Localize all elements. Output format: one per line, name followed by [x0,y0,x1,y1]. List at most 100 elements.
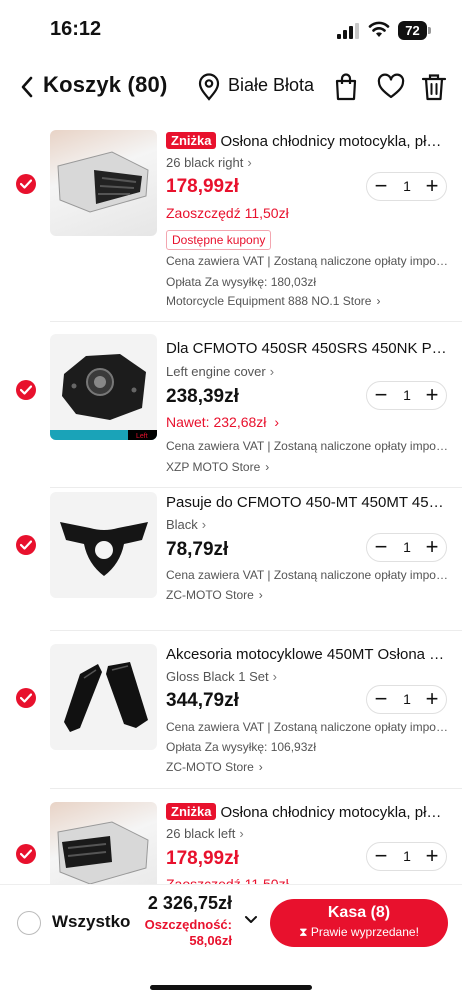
chevron-right-icon: › [265,460,270,474]
thumbnail-tag: Left [136,433,148,440]
product-variant[interactable]: Gloss Black 1 Set › [166,669,277,684]
discount-badge: Zniżka [166,132,217,149]
shipping-fee: Opłata Za wysyłkę: 180,03zł [166,275,317,289]
quantity-value: 1 [403,691,411,707]
divider [50,321,462,322]
vat-note: Cena zawiera VAT | Zostaną naliczone opł… [166,720,448,734]
increase-qty-button[interactable]: + [418,686,446,713]
divider [50,487,462,488]
decrease-qty-button[interactable]: − [367,173,395,200]
product-price: 344,79zł [166,690,239,711]
discount-badge: Zniżka [166,803,217,820]
home-indicator [150,985,312,990]
lowest-price-link[interactable]: Nawet: 232,68zł › [166,414,279,430]
trash-icon[interactable] [420,72,448,102]
chevron-right-icon: › [201,517,207,532]
increase-qty-button[interactable]: + [418,843,446,870]
item-checkbox[interactable] [16,688,36,708]
product-variant[interactable]: Black › [166,517,206,532]
product-thumbnail[interactable] [50,492,157,598]
checkout-button[interactable]: Kasa (8) ⧗ Prawie wyprzedane! [270,899,448,947]
wishlist-heart-icon[interactable] [377,72,405,102]
vat-note: Cena zawiera VAT | Zostaną naliczone opł… [166,439,448,453]
product-title[interactable]: Akcesoria motocyklowe 450MT Osłona bo... [166,646,448,663]
quantity-stepper[interactable]: − 1 + [366,172,447,201]
location-pin-icon[interactable] [197,73,221,101]
product-price: 178,99zł [166,848,239,869]
checkmark-icon [20,540,32,550]
product-title[interactable]: Dla CFMOTO 450SR 450SRS 450NK Pok... [166,340,448,357]
handlebar-cover-image [60,522,148,576]
product-variant[interactable]: Left engine cover › [166,364,274,379]
decrease-qty-button[interactable]: − [367,686,395,713]
quantity-stepper[interactable]: − 1 + [366,685,447,714]
store-link[interactable]: Motorcycle Equipment 888 NO.1 Store › [166,294,380,308]
wifi-icon [368,21,390,37]
product-title[interactable]: Pasuje do CFMOTO 450-MT 450MT 450... [166,494,448,511]
savings-label: Oszczędność: [144,917,232,932]
quantity-value: 1 [403,387,411,403]
delivery-location[interactable]: Białe Błota [228,75,314,96]
item-checkbox[interactable] [16,844,36,864]
cellular-signal-icon [337,23,359,39]
savings-text: Zaoszczędź 11,50zł [166,876,289,884]
chevron-right-icon: › [239,826,244,841]
coupon-tag[interactable]: Dostępne kupony [166,230,272,250]
quantity-stepper[interactable]: − 1 + [366,533,447,562]
savings-value: 58,06zł [189,933,232,948]
quantity-value: 1 [403,848,411,864]
checkmark-icon [20,693,32,703]
product-variant[interactable]: 26 black right › [166,155,252,170]
store-link[interactable]: ZC-MOTO Store › [166,760,263,774]
product-variant[interactable]: 26 black left › [166,826,244,841]
status-time: 16:12 [50,18,102,40]
page-title: Koszyk (80) [43,72,168,97]
store-link[interactable]: ZC-MOTO Store › [166,588,263,602]
quantity-stepper[interactable]: − 1 + [366,381,447,410]
checkmark-icon [20,179,32,189]
hourglass-icon: ⧗ [299,925,311,939]
product-thumbnail[interactable] [50,802,157,884]
divider [50,630,462,631]
cart-total: 2 326,75zł [147,893,232,913]
quantity-stepper[interactable]: − 1 + [366,842,447,871]
engine-cover-image: Left [50,354,157,440]
increase-qty-button[interactable]: + [418,382,446,409]
store-link[interactable]: XZP MOTO Store › [166,460,269,474]
shopping-bag-icon[interactable] [332,72,360,102]
divider [50,788,462,789]
chevron-right-icon: › [274,414,280,430]
product-price: 78,79zł [166,539,229,560]
chevron-right-icon: › [272,669,277,684]
increase-qty-button[interactable]: + [418,534,446,561]
savings-text: Zaoszczędź 11,50zł [166,205,289,221]
decrease-qty-button[interactable]: − [367,843,395,870]
product-title[interactable]: Zniżka Osłona chłodnicy motocykla, płyt..… [166,132,448,150]
chevron-down-icon[interactable] [244,915,258,925]
checkout-label: Kasa (8) [327,904,391,921]
radiator-guard-image [57,151,149,213]
cart-item-list[interactable]: Zniżka Osłona chłodnicy motocykla, płyt..… [0,116,462,884]
product-thumbnail[interactable]: Left [50,334,157,440]
shipping-fee: Opłata Za wysyłkę: 106,93zł [166,740,317,754]
product-thumbnail[interactable] [50,644,157,750]
checkmark-icon [20,385,32,395]
decrease-qty-button[interactable]: − [367,382,395,409]
checkmark-icon [20,849,32,859]
vat-note: Cena zawiera VAT | Zostaną naliczone opł… [166,254,448,268]
product-thumbnail[interactable] [50,130,157,236]
item-checkbox[interactable] [16,535,36,555]
battery-level: 72 [398,21,427,40]
select-all-label[interactable]: Wszystko [52,912,130,932]
quantity-value: 1 [403,178,411,194]
item-checkbox[interactable] [16,380,36,400]
radiator-guard-image [57,821,149,884]
decrease-qty-button[interactable]: − [367,534,395,561]
back-arrow-icon[interactable] [18,74,38,100]
select-all-checkbox[interactable] [17,911,41,935]
increase-qty-button[interactable]: + [418,173,446,200]
product-title[interactable]: Zniżka Osłona chłodnicy motocykla, płyt..… [166,803,448,821]
battery-icon: 72 [398,21,431,40]
chevron-right-icon: › [376,294,381,308]
item-checkbox[interactable] [16,174,36,194]
